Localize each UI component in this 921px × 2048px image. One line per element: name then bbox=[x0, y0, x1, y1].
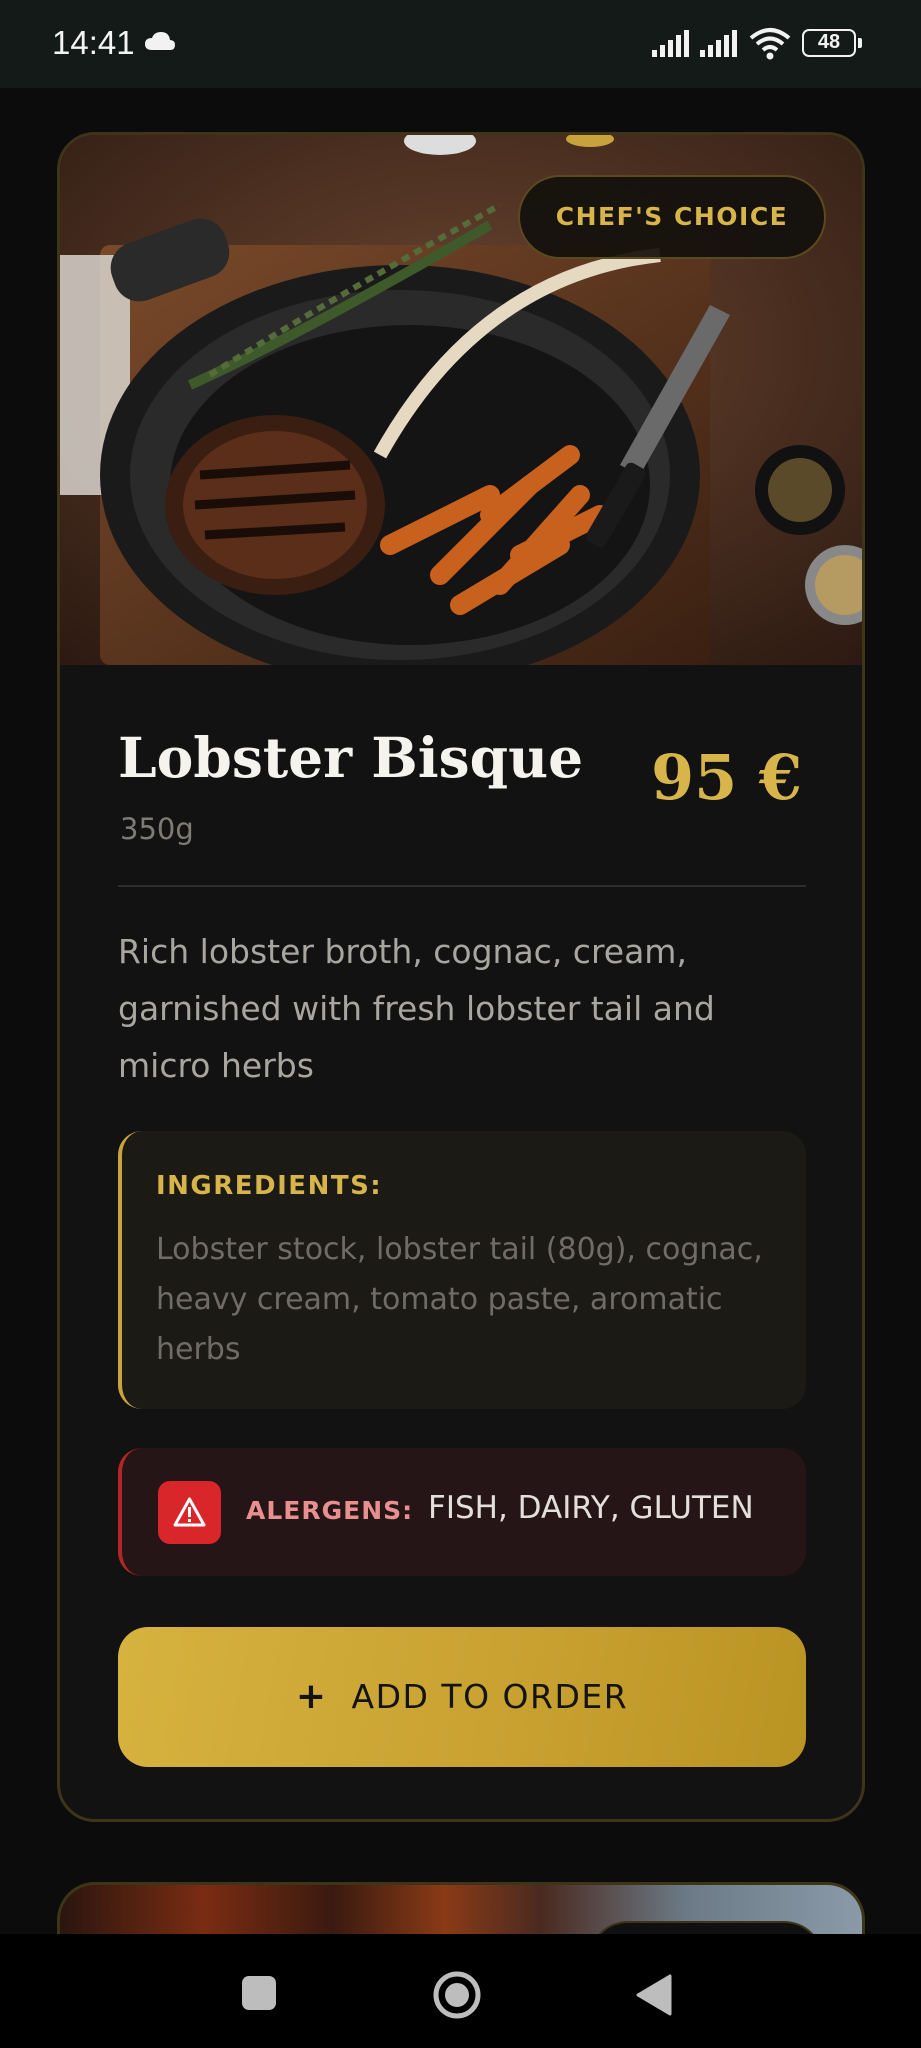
add-to-order-label: ADD TO ORDER bbox=[351, 1677, 629, 1716]
ingredients-text: Lobster stock, lobster tail (80g), cogna… bbox=[156, 1232, 763, 1367]
cloud-icon bbox=[144, 30, 176, 56]
recents-square-icon[interactable] bbox=[242, 1976, 276, 2010]
signal-icon bbox=[700, 30, 740, 62]
dish-price: 95 € bbox=[650, 741, 802, 814]
wifi-icon bbox=[749, 26, 791, 64]
add-to-order-button[interactable]: + ADD TO ORDER bbox=[118, 1627, 806, 1767]
battery-icon: 48 bbox=[802, 29, 862, 57]
dish-card: CHEF'S CHOICE Lobster Bisque 350g 95 € R… bbox=[57, 132, 865, 1822]
allergens-label: ALERGENS: bbox=[246, 1496, 414, 1525]
status-bar: 14:41 48 bbox=[0, 0, 921, 88]
ingredients-panel: INGREDIENTS: Lobster stock, lobster tail… bbox=[118, 1131, 806, 1409]
ingredients-title: INGREDIENTS: bbox=[156, 1171, 383, 1201]
chefs-choice-badge: CHEF'S CHOICE bbox=[518, 175, 826, 259]
signal-icon bbox=[652, 30, 692, 62]
divider bbox=[118, 885, 806, 887]
allergens-value: FISH, DAIRY, GLUTEN bbox=[428, 1490, 754, 1526]
allergens-panel: ALERGENS: FISH, DAIRY, GLUTEN bbox=[118, 1448, 806, 1576]
dish-weight: 350g bbox=[120, 812, 194, 846]
plus-icon: + bbox=[295, 1676, 328, 1717]
warning-icon bbox=[158, 1481, 221, 1544]
status-time: 14:41 bbox=[52, 24, 135, 61]
back-triangle-icon[interactable] bbox=[636, 1974, 672, 2020]
dish-description: Rich lobster broth, cognac, cream, garni… bbox=[118, 932, 715, 1085]
home-circle-icon[interactable] bbox=[432, 1970, 482, 2024]
navigation-bar bbox=[0, 1934, 921, 2048]
dish-name: Lobster Bisque bbox=[118, 725, 584, 790]
dish-photo: CHEF'S CHOICE bbox=[60, 135, 862, 665]
